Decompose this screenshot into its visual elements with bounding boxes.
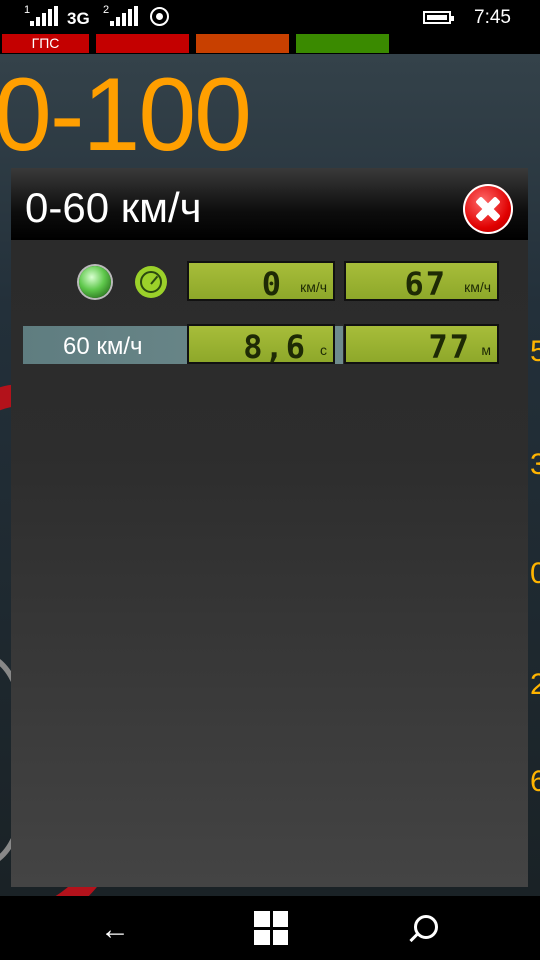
- max-speed-value: 67: [404, 265, 447, 303]
- side-number: 30: [530, 448, 540, 481]
- max-speed-display: 67 км/ч: [344, 261, 499, 303]
- signal-icon-sim2: [110, 6, 138, 26]
- battery-icon: [423, 11, 454, 24]
- speedometer-icon[interactable]: [135, 266, 167, 298]
- network-type: 3G: [67, 9, 90, 28]
- gps-segment: [196, 34, 289, 53]
- status-bar: 1 3G 2 7:45: [0, 0, 540, 34]
- distance-display: 77 м: [344, 324, 499, 366]
- dialog-title: 0-60 км/ч: [25, 184, 202, 231]
- max-speed-unit: км/ч: [464, 279, 491, 295]
- dialog-header: 0-60 км/ч: [11, 168, 528, 240]
- current-speed-value: 0: [261, 265, 283, 303]
- current-speed-unit: км/ч: [300, 279, 327, 295]
- gps-segment: [96, 34, 189, 53]
- measurement-dialog: 0-60 км/ч 0 км/ч 67 км/ч 60 км/ч 8,6 с 7…: [11, 168, 528, 887]
- side-number: 2: [530, 668, 540, 701]
- windows-icon[interactable]: [254, 911, 288, 945]
- sim2-label: 2: [103, 4, 110, 16]
- nav-bar: ←: [0, 897, 540, 960]
- target-speed-label: 60 км/ч: [63, 333, 143, 360]
- gps-label: ГПС: [31, 35, 60, 51]
- background-title: 0-100: [0, 57, 252, 173]
- gps-indicator: ГПС: [2, 34, 89, 53]
- search-icon[interactable]: [414, 915, 438, 939]
- gps-segment: [296, 34, 389, 53]
- signal-icon-sim1: [30, 6, 58, 26]
- status-light-icon: [79, 266, 111, 298]
- elapsed-time-value: 8,6: [243, 328, 307, 366]
- elapsed-time-unit: с: [320, 342, 327, 358]
- current-speed-display: 0 км/ч: [187, 261, 335, 303]
- back-arrow-icon[interactable]: ←: [100, 913, 130, 947]
- elapsed-time-display: 8,6 с: [187, 324, 335, 366]
- distance-value: 77: [428, 328, 471, 366]
- close-icon[interactable]: [463, 184, 513, 234]
- distance-unit: м: [481, 342, 491, 358]
- side-number: 6: [530, 765, 540, 798]
- side-number: 0: [530, 557, 540, 590]
- location-icon: [150, 7, 169, 26]
- clock: 7:45: [474, 7, 511, 28]
- side-number: 50: [530, 335, 540, 368]
